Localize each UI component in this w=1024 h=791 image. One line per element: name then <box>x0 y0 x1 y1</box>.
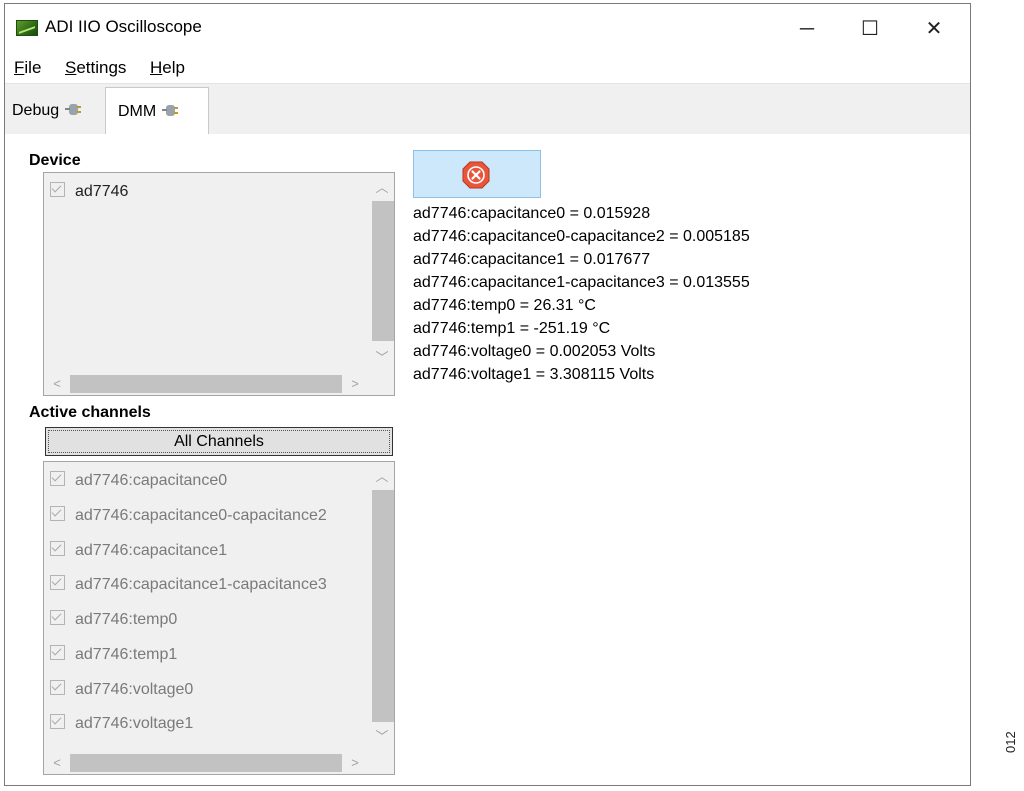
channel-item[interactable]: ad7746:capacitance1 <box>50 536 227 566</box>
device-item[interactable]: ad7746 <box>50 177 128 207</box>
device-item-label: ad7746 <box>75 183 129 200</box>
channel-item-label: ad7746:capacitance1 <box>75 542 228 559</box>
close-button[interactable]: ✕ <box>911 12 957 46</box>
menu-settings-label: ettings <box>76 58 127 77</box>
menu-help[interactable]: Help <box>150 58 185 78</box>
channel-item[interactable]: ad7746:capacitance1-capacitance3 <box>50 570 327 600</box>
tab-dmm[interactable]: DMM <box>105 87 209 136</box>
device-vertical-scrollbar[interactable]: ︿ ﹀ <box>370 173 394 373</box>
title-bar[interactable]: ADI IIO Oscilloscope ─ ☐ ✕ <box>5 4 970 52</box>
channel-item-label: ad7746:capacitance0 <box>75 472 228 489</box>
stop-button[interactable] <box>413 150 541 198</box>
checkbox-icon[interactable] <box>50 182 65 197</box>
scroll-down-arrow-icon[interactable]: ﹀ <box>371 726 393 745</box>
scroll-up-arrow-icon[interactable]: ︿ <box>371 466 393 485</box>
channels-horizontal-scrollbar[interactable]: < > <box>44 752 370 774</box>
checkbox-icon[interactable] <box>50 506 65 521</box>
scroll-left-arrow-icon[interactable]: < <box>46 755 68 770</box>
plug-icon <box>162 104 179 118</box>
scrollbar-thumb[interactable] <box>372 490 394 722</box>
channel-item[interactable]: ad7746:capacitance0 <box>50 466 227 496</box>
window-title: ADI IIO Oscilloscope <box>45 17 202 36</box>
checkbox-icon[interactable] <box>50 575 65 590</box>
maximize-button[interactable]: ☐ <box>847 12 893 46</box>
menu-settings-mnemonic: S <box>65 58 77 77</box>
channel-item[interactable]: ad7746:capacitance0-capacitance2 <box>50 501 327 531</box>
channel-item[interactable]: ad7746:temp0 <box>50 605 177 635</box>
readings-output: ad7746:capacitance0 = 0.015928 ad7746:ca… <box>413 202 750 386</box>
active-channels-section-label: Active channels <box>29 404 151 421</box>
scroll-up-arrow-icon[interactable]: ︿ <box>371 177 393 196</box>
scrollbar-thumb[interactable] <box>372 201 394 341</box>
menu-file-label: ile <box>24 58 42 77</box>
menu-settings[interactable]: Settings <box>65 58 126 78</box>
minimize-button[interactable]: ─ <box>784 12 830 46</box>
all-channels-button[interactable]: All Channels <box>45 427 393 456</box>
channel-item[interactable]: ad7746:temp1 <box>50 640 177 670</box>
scroll-right-arrow-icon[interactable]: > <box>344 755 366 770</box>
stop-icon <box>462 161 490 189</box>
channel-item-label: ad7746:temp0 <box>75 611 178 628</box>
checkbox-icon[interactable] <box>50 541 65 556</box>
scrollbar-thumb[interactable] <box>70 754 342 772</box>
channel-item-label: ad7746:temp1 <box>75 646 178 663</box>
dmm-panel: Device ad7746 ︿ ﹀ < > Active channels Al… <box>5 134 970 784</box>
scroll-down-arrow-icon[interactable]: ﹀ <box>371 347 393 366</box>
checkbox-icon[interactable] <box>50 645 65 660</box>
channel-item-label: ad7746:capacitance0-capacitance2 <box>75 507 327 524</box>
checkbox-icon[interactable] <box>50 680 65 695</box>
tab-debug-label: Debug <box>12 102 60 119</box>
channel-item-label: ad7746:voltage0 <box>75 681 194 698</box>
scrollbar-thumb[interactable] <box>70 375 342 393</box>
checkbox-icon[interactable] <box>50 471 65 486</box>
reading-line: ad7746:capacitance0-capacitance2 = 0.005… <box>413 228 750 245</box>
reading-line: ad7746:temp0 = 26.31 °C <box>413 297 596 314</box>
active-channels-list[interactable]: ad7746:capacitance0 ad7746:capacitance0-… <box>43 461 395 775</box>
checkbox-icon[interactable] <box>50 714 65 729</box>
app-window: ADI IIO Oscilloscope ─ ☐ ✕ File Settings… <box>4 3 971 786</box>
channel-item-label: ad7746:voltage1 <box>75 715 194 732</box>
channel-item[interactable]: ad7746:voltage0 <box>50 675 193 705</box>
tab-dmm-label: DMM <box>118 103 157 120</box>
reading-line: ad7746:capacitance0 = 0.015928 <box>413 205 651 222</box>
reading-line: ad7746:temp1 = -251.19 °C <box>413 320 611 337</box>
reading-line: ad7746:capacitance1-capacitance3 = 0.013… <box>413 274 750 291</box>
channel-item-label: ad7746:capacitance1-capacitance3 <box>75 576 327 593</box>
figure-code: 012 <box>1003 731 1018 753</box>
scroll-right-arrow-icon[interactable]: > <box>344 376 366 391</box>
device-section-label: Device <box>29 152 81 169</box>
channels-vertical-scrollbar[interactable]: ︿ ﹀ <box>370 462 394 752</box>
device-horizontal-scrollbar[interactable]: < > <box>44 373 370 395</box>
app-logo-icon <box>16 20 38 36</box>
reading-line: ad7746:voltage1 = 3.308115 Volts <box>413 366 655 383</box>
menu-file[interactable]: File <box>14 58 41 78</box>
checkbox-icon[interactable] <box>50 610 65 625</box>
device-list[interactable]: ad7746 ︿ ﹀ < > <box>43 172 395 396</box>
menu-help-label: elp <box>162 58 185 77</box>
reading-line: ad7746:capacitance1 = 0.017677 <box>413 251 651 268</box>
channel-item[interactable]: ad7746:voltage1 <box>50 709 193 739</box>
menu-file-mnemonic: F <box>14 58 25 77</box>
menu-bar: File Settings Help <box>5 52 970 82</box>
menu-help-mnemonic: H <box>150 58 163 77</box>
tab-bar: Debug DMM <box>5 83 970 136</box>
plug-icon <box>65 103 82 117</box>
reading-line: ad7746:voltage0 = 0.002053 Volts <box>413 343 656 360</box>
scroll-left-arrow-icon[interactable]: < <box>46 376 68 391</box>
tab-debug[interactable]: Debug <box>5 87 105 135</box>
